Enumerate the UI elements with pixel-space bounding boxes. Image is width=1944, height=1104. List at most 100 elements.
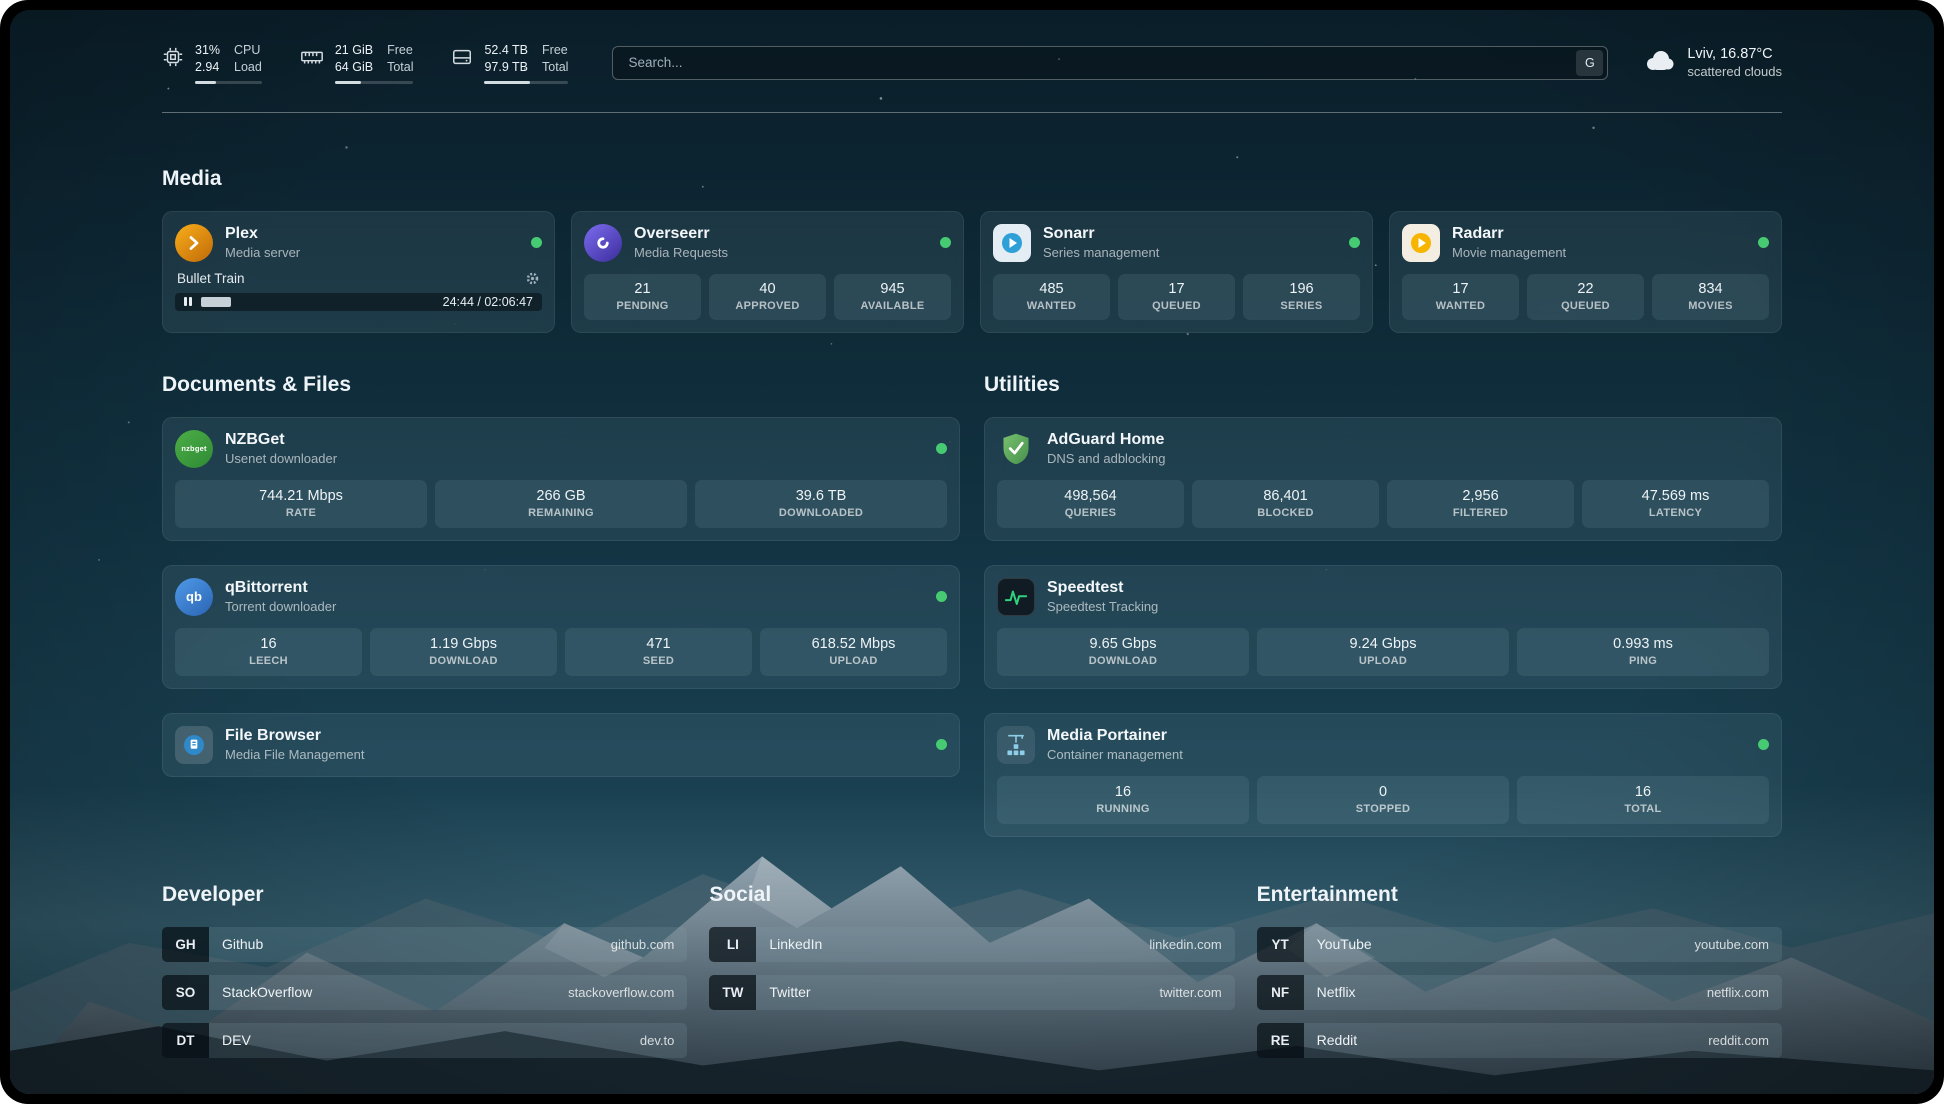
stat-value: 40 [759,281,775,297]
bookmark-reddit[interactable]: RE Reddit reddit.com [1257,1023,1782,1058]
bookmark-name: StackOverflow [222,984,312,1000]
bookmark-netflix[interactable]: NF Netflix netflix.com [1257,975,1782,1010]
filebrowser-name[interactable]: File Browser [225,727,364,745]
stat-label: STOPPED [1356,803,1410,815]
portainer-icon [997,726,1035,764]
plex-progress-bar[interactable]: 24:44 / 02:06:47 [175,293,542,311]
disk-total-label: Total [542,59,568,75]
search-engine-button[interactable]: G [1576,50,1603,76]
speedtest-icon [997,578,1035,616]
bookmark-stackoverflow[interactable]: SO StackOverflow stackoverflow.com [162,975,687,1010]
stat-value: 2,956 [1462,488,1498,504]
stat-label: WANTED [1027,300,1076,312]
cpu-percent: 31% [195,42,220,58]
bookmark-github[interactable]: GH Github github.com [162,927,687,962]
stat-series: 196 SERIES [1243,274,1360,320]
nzbget-card: nzbget NZBGet Usenet downloader 744.21 M… [162,417,960,541]
adguard-subtitle: DNS and adblocking [1047,451,1166,466]
plex-header[interactable]: Plex Media server [175,224,542,262]
stat-label: QUEUED [1152,300,1201,312]
radarr-header[interactable]: Radarr Movie management [1402,224,1769,262]
ram-total-label: Total [387,59,413,75]
ram-total-value: 64 GiB [335,59,373,75]
sonarr-header[interactable]: Sonarr Series management [993,224,1360,262]
stat-value: 9.65 Gbps [1090,636,1157,652]
bookmark-youtube[interactable]: YT YouTube youtube.com [1257,927,1782,962]
stat-queries: 498,564 QUERIES [997,480,1184,528]
plex-playback-time: 24:44 / 02:06:47 [443,295,533,309]
stat-label: LEECH [249,655,288,667]
cpu-metric: 31% 2.94 CPU Load [162,42,262,84]
overseerr-icon [584,224,622,262]
qbittorrent-icon-text: qb [186,589,202,604]
sonarr-name[interactable]: Sonarr [1043,225,1159,243]
bookmark-name: YouTube [1317,936,1372,952]
bookmark-dev[interactable]: DT DEV dev.to [162,1023,687,1058]
nzbget-name[interactable]: NZBGet [225,431,337,449]
qbittorrent-subtitle: Torrent downloader [225,599,336,614]
bookmark-name: Twitter [769,984,810,1000]
filebrowser-icon [175,726,213,764]
sonarr-status-dot [1349,237,1360,248]
qbittorrent-name[interactable]: qBittorrent [225,579,336,597]
stat-label: WANTED [1436,300,1485,312]
developer-section-title: Developer [162,883,687,907]
radarr-name[interactable]: Radarr [1452,225,1566,243]
bookmark-name: LinkedIn [769,936,822,952]
pause-icon[interactable] [184,297,192,306]
overseerr-header[interactable]: Overseerr Media Requests [584,224,951,262]
speedtest-name[interactable]: Speedtest [1047,579,1158,597]
bookmark-body: DEV dev.to [209,1023,687,1058]
stat-available: 945 AVAILABLE [834,274,951,320]
stat-download: 1.19 Gbps DOWNLOAD [370,628,557,676]
bookmark-twitter[interactable]: TW Twitter twitter.com [709,975,1234,1010]
overseerr-name[interactable]: Overseerr [634,225,728,243]
stat-movies: 834 MOVIES [1652,274,1769,320]
ram-free-label: Free [387,42,413,58]
ram-metric: 21 GiB 64 GiB Free Total [300,42,414,84]
bookmarks-entertainment: Entertainment YT YouTube youtube.com NF … [1257,883,1782,1071]
cpu-usage-bar [195,81,262,84]
weather-condition: scattered clouds [1687,64,1782,79]
filebrowser-header[interactable]: File Browser Media File Management [175,726,947,764]
plex-settings-gear-icon[interactable] [525,271,540,286]
stat-ping: 0.993 ms PING [1517,628,1769,676]
qbittorrent-header[interactable]: qb qBittorrent Torrent downloader [175,578,947,616]
search-input[interactable] [626,54,1576,71]
stat-upload: 618.52 Mbps UPLOAD [760,628,947,676]
cpu-metric-body: 31% 2.94 CPU Load [195,42,262,84]
bookmark-abbr: LI [709,927,756,962]
section-utilities: Utilities [984,373,1782,837]
overseerr-status-dot [940,237,951,248]
stat-leech: 16 LEECH [175,628,362,676]
filebrowser-status-dot [936,739,947,750]
disk-metric-body: 52.4 TB 97.9 TB Free Total [484,42,568,84]
radarr-stats: 17 WANTED 22 QUEUED 834 MOVIES [1402,274,1769,320]
stat-value: 21 [634,281,650,297]
disk-total-value: 97.9 TB [484,59,528,75]
adguard-name[interactable]: AdGuard Home [1047,431,1166,449]
stat-label: APPROVED [735,300,799,312]
plex-name[interactable]: Plex [225,225,300,243]
adguard-header[interactable]: AdGuard Home DNS and adblocking [997,430,1769,468]
nzbget-icon: nzbget [175,430,213,468]
search-bar[interactable]: G [612,46,1608,80]
stat-value: 618.52 Mbps [812,636,896,652]
bookmark-name: Reddit [1317,1032,1357,1048]
stat-label: DOWNLOAD [429,655,497,667]
portainer-header[interactable]: Media Portainer Container management [997,726,1769,764]
portainer-name[interactable]: Media Portainer [1047,727,1183,745]
nzbget-header[interactable]: nzbget NZBGet Usenet downloader [175,430,947,468]
radarr-titles: Radarr Movie management [1452,225,1566,260]
bookmark-body: Netflix netflix.com [1304,975,1782,1010]
speedtest-header[interactable]: Speedtest Speedtest Tracking [997,578,1769,616]
stat-value: 1.19 Gbps [430,636,497,652]
portainer-titles: Media Portainer Container management [1047,727,1183,762]
stat-value: 16 [1635,784,1651,800]
bookmarks-section: Developer GH Github github.com SO StackO… [162,883,1782,1071]
stat-pending: 21 PENDING [584,274,701,320]
bookmark-linkedin[interactable]: LI LinkedIn linkedin.com [709,927,1234,962]
stat-queued: 22 QUEUED [1527,274,1644,320]
stat-label: DOWNLOAD [1089,655,1157,667]
filebrowser-subtitle: Media File Management [225,747,364,762]
